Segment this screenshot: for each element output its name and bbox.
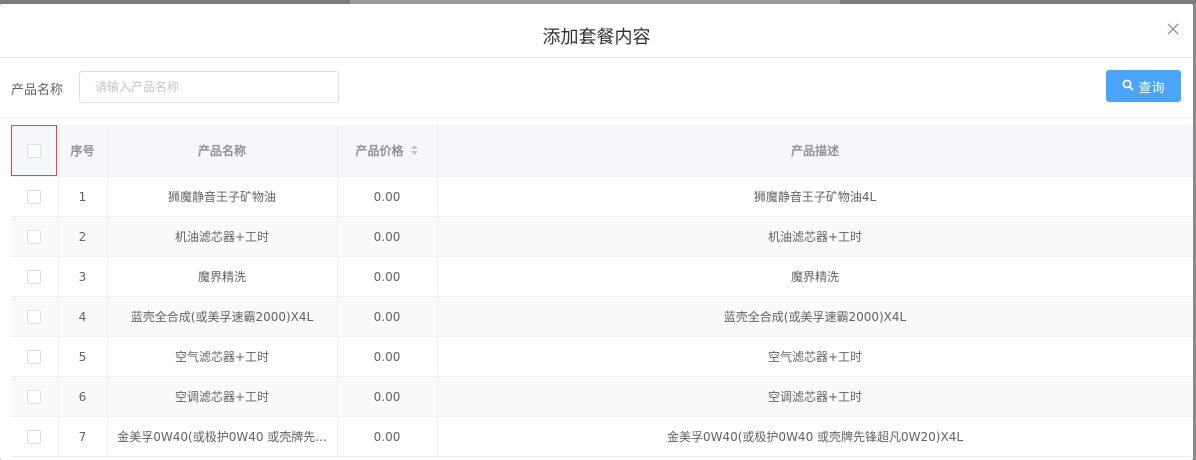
row-select-cell bbox=[11, 376, 59, 417]
product-name-input[interactable] bbox=[79, 71, 339, 103]
row-product-price: 0.00 bbox=[337, 176, 438, 217]
query-button-label: 查询 bbox=[1138, 79, 1165, 95]
row-select-cell bbox=[11, 416, 59, 457]
row-select-cell bbox=[11, 336, 59, 377]
row-index: 5 bbox=[58, 336, 108, 377]
row-product-price: 0.00 bbox=[337, 416, 438, 457]
row-product-price: 0.00 bbox=[337, 216, 438, 257]
row-product-name: 蓝壳全合成(或美孚速霸2000)X4L bbox=[107, 296, 338, 337]
row-checkbox[interactable] bbox=[27, 309, 42, 324]
search-icon bbox=[1122, 79, 1135, 94]
select-all-checkbox[interactable] bbox=[27, 143, 42, 158]
row-index: 4 bbox=[58, 296, 108, 337]
row-checkbox[interactable] bbox=[27, 389, 42, 404]
row-index: 3 bbox=[58, 256, 108, 297]
row-product-description: 蓝壳全合成(或美孚速霸2000)X4L bbox=[437, 296, 1193, 337]
row-checkbox[interactable] bbox=[27, 269, 42, 284]
product-table: 序号 产品名称 产品价格 产品描述 1 狮魔静音王子矿物油 0.00 狮魔静音王子矿物… bbox=[11, 125, 1193, 457]
table-row[interactable]: 2 机油滤芯器+工时 0.00 机油滤芯器+工时 bbox=[11, 216, 1193, 257]
header-product-price-label: 产品价格 bbox=[355, 144, 404, 158]
row-checkbox[interactable] bbox=[27, 229, 42, 244]
row-index: 6 bbox=[58, 376, 108, 417]
header-select-cell bbox=[11, 125, 59, 177]
row-product-description: 机油滤芯器+工时 bbox=[437, 216, 1193, 257]
add-package-dialog: 添加套餐内容 产品名称 查询 bbox=[0, 4, 1193, 460]
row-product-name: 空气滤芯器+工时 bbox=[107, 336, 338, 377]
row-checkbox[interactable] bbox=[27, 189, 42, 204]
dialog-header: 添加套餐内容 bbox=[0, 4, 1193, 58]
table-row[interactable]: 5 空气滤芯器+工时 0.00 空气滤芯器+工时 bbox=[11, 336, 1193, 377]
row-select-cell bbox=[11, 256, 59, 297]
table-row[interactable]: 1 狮魔静音王子矿物油 0.00 狮魔静音王子矿物油4L bbox=[11, 176, 1193, 217]
header-product-description: 产品描述 bbox=[437, 125, 1193, 177]
query-button[interactable]: 查询 bbox=[1106, 70, 1181, 102]
row-product-name: 狮魔静音王子矿物油 bbox=[107, 176, 338, 217]
table-header-row: 序号 产品名称 产品价格 产品描述 bbox=[11, 125, 1193, 177]
row-product-description: 空气滤芯器+工时 bbox=[437, 336, 1193, 377]
row-checkbox[interactable] bbox=[27, 429, 42, 444]
row-index: 1 bbox=[58, 176, 108, 217]
row-product-description: 空调滤芯器+工时 bbox=[437, 376, 1193, 417]
header-select-highlight bbox=[11, 125, 58, 176]
row-select-cell bbox=[11, 216, 59, 257]
row-product-price: 0.00 bbox=[337, 256, 438, 297]
search-label: 产品名称 bbox=[11, 83, 64, 98]
table-row[interactable]: 4 蓝壳全合成(或美孚速霸2000)X4L 0.00 蓝壳全合成(或美孚速霸2000)… bbox=[11, 296, 1193, 337]
row-select-cell bbox=[11, 296, 59, 337]
row-checkbox[interactable] bbox=[27, 349, 42, 364]
row-index: 2 bbox=[58, 216, 108, 257]
header-product-name: 产品名称 bbox=[107, 125, 338, 177]
row-index: 7 bbox=[58, 416, 108, 457]
table-row[interactable]: 6 空调滤芯器+工时 0.00 空调滤芯器+工时 bbox=[11, 376, 1193, 417]
table-row[interactable]: 3 魔界精洗 0.00 魔界精洗 bbox=[11, 256, 1193, 297]
row-product-price: 0.00 bbox=[337, 376, 438, 417]
row-product-description: 狮魔静音王子矿物油4L bbox=[437, 176, 1193, 217]
close-icon[interactable] bbox=[1165, 21, 1181, 37]
row-product-name: 空调滤芯器+工时 bbox=[107, 376, 338, 417]
sort-icon[interactable] bbox=[410, 144, 419, 159]
row-product-description: 魔界精洗 bbox=[437, 256, 1193, 297]
dialog-title: 添加套餐内容 bbox=[542, 27, 651, 48]
row-product-name: 机油滤芯器+工时 bbox=[107, 216, 338, 257]
header-index: 序号 bbox=[58, 125, 108, 177]
row-product-price: 0.00 bbox=[337, 336, 438, 377]
table-row[interactable]: 7 金美孚0W40(或极护0W40 或壳牌先... 0.00 金美孚0W40(或极护0… bbox=[11, 416, 1193, 457]
header-product-price[interactable]: 产品价格 bbox=[337, 125, 438, 177]
search-bar: 产品名称 查询 bbox=[0, 58, 1193, 118]
row-select-cell bbox=[11, 176, 59, 217]
row-product-description: 金美孚0W40(或极护0W40 或壳牌先锋超凡0W20)X4L bbox=[437, 416, 1193, 457]
row-product-name: 金美孚0W40(或极护0W40 或壳牌先... bbox=[107, 416, 338, 457]
row-product-name: 魔界精洗 bbox=[107, 256, 338, 297]
row-product-price: 0.00 bbox=[337, 296, 438, 337]
